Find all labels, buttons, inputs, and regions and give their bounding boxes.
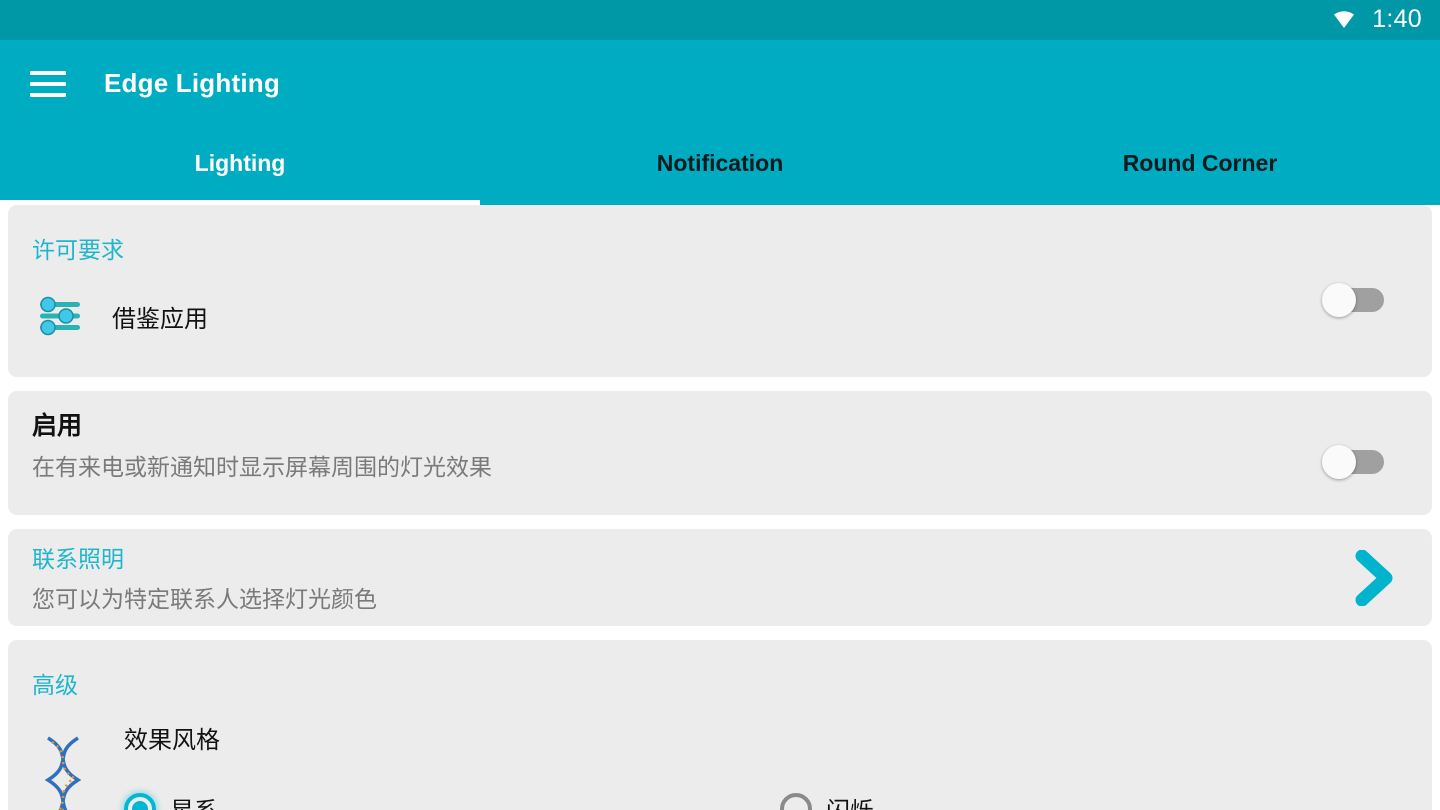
page-title: Edge Lighting <box>104 68 280 98</box>
tab-round-corner-label: Round Corner <box>1122 149 1278 176</box>
radio-option-galaxy-label: 星系 <box>170 791 218 810</box>
permission-toggle[interactable] <box>1322 283 1384 317</box>
tab-notification[interactable]: Notification <box>480 127 960 205</box>
radio-option-blink[interactable]: 闪烁 <box>780 791 874 810</box>
radio-circle-icon <box>780 792 812 810</box>
status-clock: 1:40 <box>1372 4 1422 33</box>
tab-lighting[interactable]: Lighting <box>0 127 480 205</box>
enable-title: 启用 <box>32 412 83 440</box>
app-bar: Edge Lighting <box>0 40 1440 127</box>
permission-section-title: 许可要求 <box>32 237 124 263</box>
app-screen: 1:40 Edge Lighting Lighting Notification… <box>0 0 1440 810</box>
card-enable[interactable]: 启用 在有来电或新通知时显示屏幕周围的灯光效果 <box>8 391 1432 515</box>
sliders-icon <box>40 296 80 336</box>
permission-row[interactable]: 借鉴应用 <box>8 287 1432 345</box>
toggle-thumb <box>1322 445 1356 479</box>
tab-notification-label: Notification <box>656 149 784 176</box>
permission-item-label: 借鉴应用 <box>112 305 208 333</box>
advanced-section-title: 高级 <box>32 672 78 698</box>
radio-circle-icon <box>124 792 156 810</box>
radio-option-blink-label: 闪烁 <box>826 791 874 810</box>
settings-list: 许可要求 借鉴应用 启用 在有来电或新通知时显示屏幕周围的灯光效果 联系照明 您… <box>0 205 1440 810</box>
effect-style-label: 效果风格 <box>124 727 220 754</box>
radio-option-galaxy[interactable]: 星系 <box>124 791 780 810</box>
card-advanced: 高级 效果风格 星系 <box>8 640 1432 810</box>
card-contact-lighting[interactable]: 联系照明 您可以为特定联系人选择灯光颜色 <box>8 529 1432 626</box>
dna-helix-icon <box>44 736 82 810</box>
status-bar: 1:40 <box>0 0 1440 40</box>
tab-lighting-label: Lighting <box>194 149 286 176</box>
hamburger-menu-icon[interactable] <box>30 70 66 97</box>
wifi-icon <box>1334 11 1355 28</box>
tab-bar: Lighting Notification Round Corner <box>0 127 1440 205</box>
enable-toggle[interactable] <box>1322 445 1384 479</box>
contact-lighting-title: 联系照明 <box>32 546 124 572</box>
effect-style-radio-group: 星系 闪烁 <box>124 791 1432 810</box>
card-permission-required: 许可要求 借鉴应用 <box>8 205 1432 377</box>
chevron-right-icon[interactable] <box>1352 549 1398 606</box>
enable-subtitle: 在有来电或新通知时显示屏幕周围的灯光效果 <box>32 454 492 481</box>
contact-lighting-subtitle: 您可以为特定联系人选择灯光颜色 <box>32 585 377 612</box>
toggle-thumb <box>1322 283 1356 317</box>
tab-round-corner[interactable]: Round Corner <box>960 127 1440 205</box>
